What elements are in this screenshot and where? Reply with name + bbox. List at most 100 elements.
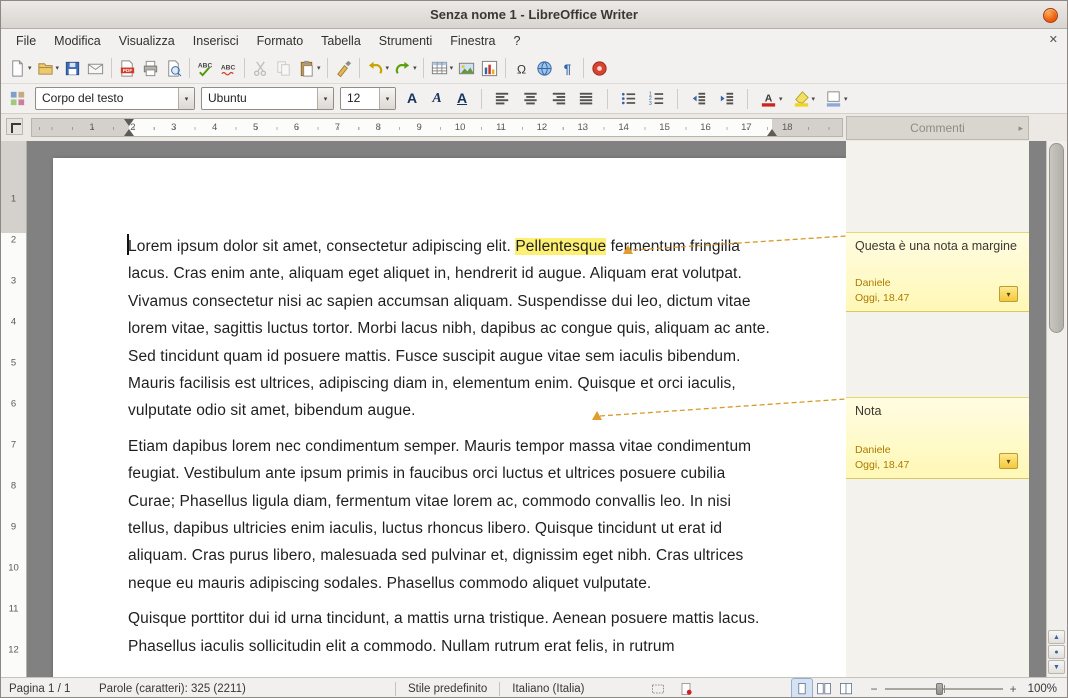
menu-strumenti[interactable]: Strumenti <box>370 31 442 51</box>
bold-button[interactable]: A <box>402 87 422 110</box>
print-preview-button[interactable] <box>162 57 185 80</box>
export-pdf-button[interactable]: PDF <box>116 57 139 80</box>
zoom-level[interactable]: 100% <box>1020 683 1067 695</box>
insert-table-button[interactable]: ▾ <box>428 57 456 80</box>
font-size-combo[interactable]: 12 ▾ <box>340 87 396 110</box>
paragraph-background-button[interactable]: ▾ <box>822 87 850 110</box>
menu-visualizza[interactable]: Visualizza <box>110 31 184 51</box>
book-view-button[interactable] <box>836 679 856 698</box>
menu-inserisci[interactable]: Inserisci <box>184 31 248 51</box>
save-button[interactable] <box>61 57 84 80</box>
next-page-button[interactable]: ▼ <box>1048 660 1065 674</box>
vertical-scrollbar[interactable]: ▲ ● ▼ <box>1046 141 1066 677</box>
dropdown-caret[interactable]: ▾ <box>779 95 783 103</box>
styles-panel-button[interactable] <box>6 87 29 110</box>
comment-text[interactable]: Nota <box>855 404 1020 418</box>
tab-stop-selector[interactable] <box>6 118 23 135</box>
dropdown-caret[interactable]: ▾ <box>844 95 848 103</box>
page-style-status[interactable]: Stile predefinito <box>400 683 495 695</box>
undo-button[interactable]: ▾ <box>364 57 392 80</box>
document-modified-button[interactable] <box>676 679 696 698</box>
justify-button[interactable] <box>575 87 598 110</box>
comment-text[interactable]: Questa è una nota a margine <box>855 239 1020 253</box>
title-bar[interactable]: Senza nome 1 - LibreOffice Writer <box>1 1 1067 29</box>
font-name-dropdown-icon[interactable]: ▾ <box>317 88 333 109</box>
clone-formatting-button[interactable] <box>332 57 355 80</box>
highlighting-color-button[interactable]: ▾ <box>790 87 818 110</box>
multi-page-view-button[interactable] <box>814 679 834 698</box>
ordered-list-button[interactable]: 123 <box>645 87 668 110</box>
comment-note[interactable]: Nota Daniele Oggi, 18.47 ▾ <box>846 397 1029 479</box>
email-document-button[interactable] <box>84 57 107 80</box>
vertical-ruler[interactable]: 123456789101112 <box>1 141 27 677</box>
window-close-button[interactable] <box>1043 8 1058 23</box>
comment-note[interactable]: Questa è una nota a margine Daniele Oggi… <box>846 232 1029 312</box>
spelling-button[interactable]: ABC <box>194 57 217 80</box>
dropdown-caret[interactable]: ▾ <box>812 95 816 103</box>
align-center-button[interactable] <box>519 87 542 110</box>
underline-button[interactable]: A <box>452 87 472 110</box>
auto-spellcheck-button[interactable]: ABC <box>217 57 240 80</box>
insert-chart-button[interactable] <box>478 57 501 80</box>
formatting-marks-button[interactable]: ¶ <box>556 57 579 80</box>
zoom-slider-thumb[interactable] <box>936 683 943 695</box>
zoom-in-button[interactable]: + <box>1007 682 1020 696</box>
word-count-status[interactable]: Parole (caratteri): 325 (2211) <box>91 683 391 695</box>
right-indent-marker[interactable] <box>767 129 777 136</box>
new-document-button[interactable]: ▾ <box>6 57 34 80</box>
menu-file[interactable]: File <box>7 31 45 51</box>
paragraph-style-dropdown-icon[interactable]: ▾ <box>178 88 194 109</box>
first-line-indent-marker[interactable] <box>124 119 134 126</box>
document-text[interactable]: Lorem ipsum dolor sit amet, consectetur … <box>128 233 773 668</box>
left-indent-marker[interactable] <box>124 129 134 136</box>
dropdown-caret[interactable]: ▾ <box>413 64 417 72</box>
scrollbar-thumb[interactable] <box>1049 143 1064 333</box>
decrease-indent-button[interactable] <box>687 87 710 110</box>
dropdown-caret[interactable]: ▾ <box>28 64 32 72</box>
zoom-out-button[interactable]: − <box>868 682 881 696</box>
document-page[interactable]: Lorem ipsum dolor sit amet, consectetur … <box>53 158 846 677</box>
horizontal-ruler[interactable]: 123456789101112131415161718 <box>31 118 843 137</box>
page-number-status[interactable]: Pagina 1 / 1 <box>1 683 91 695</box>
font-color-button[interactable]: A▾ <box>757 87 785 110</box>
navigation-button[interactable]: ● <box>1048 645 1065 659</box>
menu-aiuto[interactable]: ? <box>504 31 529 51</box>
align-left-button[interactable] <box>491 87 514 110</box>
redo-button[interactable]: ▾ <box>391 57 419 80</box>
selection-mode-button[interactable] <box>648 679 668 698</box>
comments-header-button[interactable]: Commenti ▸ <box>846 116 1029 140</box>
insert-hyperlink-button[interactable] <box>533 57 556 80</box>
previous-page-button[interactable]: ▲ <box>1048 630 1065 644</box>
paragraph[interactable]: Quisque porttitor dui id urna tincidunt,… <box>128 605 773 660</box>
gallery-button[interactable] <box>588 57 611 80</box>
align-right-button[interactable] <box>547 87 570 110</box>
menu-finestra[interactable]: Finestra <box>441 31 504 51</box>
print-button[interactable] <box>139 57 162 80</box>
open-button[interactable]: ▾ <box>34 57 62 80</box>
comment-highlight[interactable]: Pellentesque <box>515 238 606 255</box>
single-page-view-button[interactable] <box>792 679 812 698</box>
menu-formato[interactable]: Formato <box>248 31 313 51</box>
comment-menu-button[interactable]: ▾ <box>999 453 1018 469</box>
paragraph[interactable]: Lorem ipsum dolor sit amet, consectetur … <box>128 233 773 425</box>
paragraph[interactable]: Etiam dapibus lorem nec condimentum semp… <box>128 433 773 597</box>
dropdown-caret[interactable]: ▾ <box>56 64 60 72</box>
dropdown-caret[interactable]: ▾ <box>386 64 390 72</box>
insert-image-button[interactable] <box>455 57 478 80</box>
font-name-combo[interactable]: Ubuntu ▾ <box>201 87 334 110</box>
comments-collapse-icon[interactable]: ▸ <box>1018 123 1023 134</box>
increase-indent-button[interactable] <box>715 87 738 110</box>
close-document-button[interactable]: ✕ <box>1049 33 1058 46</box>
menu-modifica[interactable]: Modifica <box>45 31 110 51</box>
zoom-slider[interactable] <box>885 681 1003 697</box>
insert-special-character-button[interactable]: Ω <box>510 57 533 80</box>
menu-tabella[interactable]: Tabella <box>312 31 370 51</box>
comment-menu-button[interactable]: ▾ <box>999 286 1018 302</box>
font-size-dropdown-icon[interactable]: ▾ <box>379 88 395 109</box>
paste-button[interactable]: ▾ <box>295 57 323 80</box>
italic-button[interactable]: A <box>427 87 447 110</box>
dropdown-caret[interactable]: ▾ <box>317 64 321 72</box>
dropdown-caret[interactable]: ▾ <box>450 64 454 72</box>
paragraph-style-combo[interactable]: Corpo del testo ▾ <box>35 87 195 110</box>
unordered-list-button[interactable] <box>617 87 640 110</box>
